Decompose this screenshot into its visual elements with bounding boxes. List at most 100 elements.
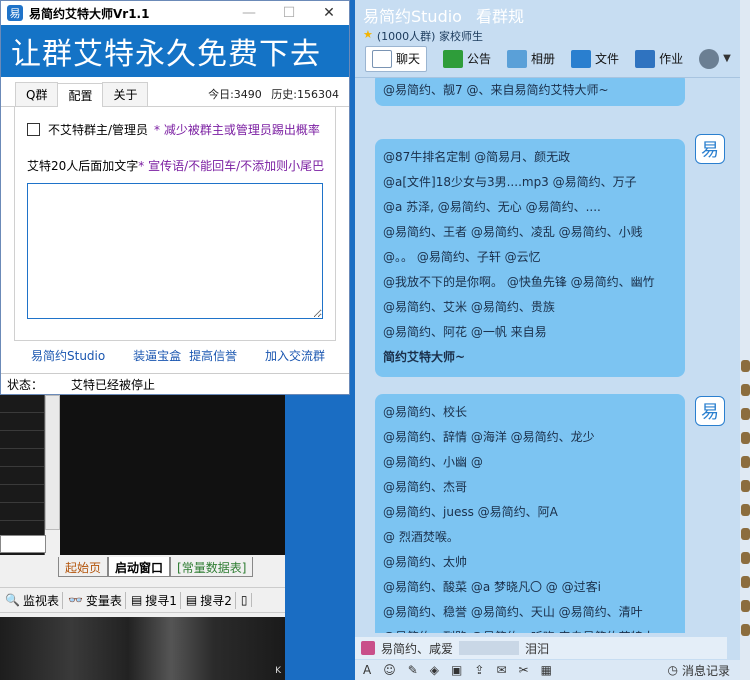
message-line: 简约艾特大师~ [383, 350, 466, 364]
member-avatar-icon[interactable] [741, 624, 750, 636]
title-bar[interactable]: 易 易简约艾特大师Vr1.1 — ☐ ✕ [1, 1, 349, 25]
watch-table-label: 监视表 [22, 593, 59, 608]
tab-homework-label: 作业 [659, 52, 684, 66]
join-group-link[interactable]: 加入交流群 [265, 347, 325, 364]
message-line: @a[文件]18少女与3男....mp3 @易简约、万子 [383, 175, 637, 189]
more-icon[interactable]: ▦ [541, 663, 552, 677]
message-bubble[interactable]: @易简约、校长 @易简约、辞情 @海洋 @易简约、龙少 @易简约、小幽 @ @易… [375, 394, 685, 633]
member-avatar-icon[interactable] [741, 504, 750, 516]
skip-admin-hint: * 减少被群主或管理员踢出概率 [154, 123, 320, 137]
clock-icon: ◷ [667, 663, 678, 677]
search1-label: 搜寻1 [145, 593, 177, 608]
banner-slogan: 让群艾特永久免费下去 [1, 25, 349, 77]
picture-icon [507, 49, 528, 68]
toolbox-link[interactable]: 装逼宝盒 [133, 347, 181, 364]
member-avatar-icon[interactable] [741, 360, 750, 372]
message-bubble[interactable]: @易简约、靓7 @、来自易简约艾特大师~ [375, 78, 685, 106]
skip-admin-label: 不艾特群主/管理员 [48, 123, 149, 137]
watch-table-button[interactable]: 🔍 监视表 [2, 591, 63, 609]
sender-avatar[interactable]: 易 [695, 396, 725, 426]
star-icon: ★ [363, 28, 373, 41]
preview-sender: 易简约、咸爱 [381, 641, 454, 656]
flag-icon [443, 49, 464, 68]
skip-admin-option[interactable]: 不艾特群主/管理员 * 减少被群主或管理员踢出概率 [27, 121, 320, 138]
member-avatar-icon[interactable] [741, 384, 750, 396]
tab-about[interactable]: 关于 [102, 82, 149, 106]
member-sidebar[interactable] [740, 0, 750, 680]
minimize-button[interactable]: — [229, 5, 269, 21]
shake-icon[interactable]: ◈ [430, 663, 439, 677]
member-avatar-icon[interactable] [741, 456, 750, 468]
font-icon[interactable]: A [363, 663, 371, 677]
studio-link[interactable]: 易简约Studio [31, 347, 105, 364]
ide-extra-button[interactable]: ▯ [238, 593, 252, 607]
tab-notice[interactable]: 公告 [443, 49, 491, 68]
status-label: 状态： [7, 377, 44, 392]
variable-table-button[interactable]: 👓 变量表 [65, 591, 126, 609]
message-line: @易简约、校长 [383, 405, 468, 419]
magnifier-icon: 🔍 [5, 593, 20, 607]
group-rules[interactable]: 看群规 [476, 3, 524, 27]
message-list[interactable]: @易简约、靓7 @、来自易简约艾特大师~ 易 @87牛排名定制 @简易月、颜无政… [355, 78, 740, 633]
input-toolbar: A ☺ ✎ ◈ ▣ ⇪ ✉ ✂ ▦ ◷ 消息记录 [355, 660, 750, 680]
history-button[interactable]: ◷ 消息记录 [668, 662, 731, 679]
ide-editor-area[interactable] [60, 395, 285, 555]
chevron-down-icon: ▼ [723, 53, 731, 64]
folder-icon [571, 49, 592, 68]
window-title: 易简约艾特大师Vr1.1 [29, 6, 150, 21]
member-avatar-icon[interactable] [741, 600, 750, 612]
member-avatar-icon[interactable] [741, 576, 750, 588]
search1-button[interactable]: ▤ 搜寻1 [128, 591, 181, 609]
ide-scrollbar[interactable] [45, 395, 60, 530]
message-line: @易简约、列路 @易简约、听晓 来自易简约艾特大 [383, 625, 677, 633]
message-bubble[interactable]: @87牛排名定制 @简易月、颜无政 @a[文件]18少女与3男....mp3 @… [375, 139, 685, 377]
member-avatar-icon[interactable] [741, 552, 750, 564]
search2-button[interactable]: ▤ 搜寻2 [183, 591, 236, 609]
search-list-icon: ▤ [130, 593, 143, 607]
tab-chat[interactable]: 聊天 [365, 45, 428, 72]
new-message-preview[interactable]: 易简约、咸爱 泪汩 [355, 637, 727, 659]
message-line: @87牛排名定制 @简易月、颜无政 [383, 150, 571, 164]
settings-menu[interactable]: ▼ [699, 48, 731, 69]
tab-files[interactable]: 文件 [571, 49, 619, 68]
maximize-button[interactable]: ☐ [269, 5, 309, 21]
ide-combo-box[interactable] [0, 535, 46, 553]
message-line: @易简约、小幽 @ [383, 455, 483, 469]
image-icon[interactable]: ▣ [451, 663, 462, 677]
message-line: @易简约、杰哥 [383, 480, 468, 494]
tail-text-input[interactable] [27, 183, 323, 319]
close-button[interactable]: ✕ [309, 5, 349, 21]
upload-icon[interactable]: ⇪ [474, 663, 484, 677]
ide-list[interactable] [0, 395, 45, 555]
skip-admin-checkbox[interactable] [27, 123, 40, 136]
ide-tab-start-page[interactable]: 起始页 [58, 557, 109, 577]
ide-panel: 起始页 启动窗口 [常量数据表] 🔍 监视表 👓 变量表 ▤ 搜寻1 ▤ 搜寻2… [0, 395, 285, 680]
message-line: @易简约、阿花 @一帆 来自易 [383, 325, 547, 339]
glasses-icon: 👓 [67, 593, 83, 607]
document-icon: ▯ [240, 593, 248, 607]
sender-avatar[interactable]: 易 [695, 134, 725, 164]
member-avatar-icon[interactable] [741, 408, 750, 420]
search-list-icon: ▤ [185, 593, 198, 607]
member-avatar-icon[interactable] [741, 528, 750, 540]
magic-icon[interactable]: ✎ [408, 663, 418, 677]
gift-icon[interactable]: ✉ [496, 663, 506, 677]
homework-icon [635, 49, 656, 68]
credit-link[interactable]: 提高信誉 [189, 347, 237, 364]
scissors-icon[interactable]: ✂ [519, 663, 529, 677]
tab-album[interactable]: 相册 [507, 49, 555, 68]
at-master-window: 易 易简约艾特大师Vr1.1 — ☐ ✕ 让群艾特永久免费下去 Q群 配置 关于… [0, 0, 350, 395]
group-name[interactable]: 易简约Studio [363, 3, 462, 27]
member-avatar-icon[interactable] [741, 432, 750, 444]
history-count: 历史:156304 [271, 88, 339, 101]
ide-tab-launch-window[interactable]: 启动窗口 [108, 557, 171, 577]
chat-header: 易简约Studio 看群规 ★ (1000人群) 家校师生 [355, 0, 750, 43]
message-line: @易简约、辞情 @海洋 @易简约、龙少 [383, 430, 595, 444]
tab-qgroup[interactable]: Q群 [15, 82, 59, 106]
tab-homework[interactable]: 作业 [635, 49, 684, 68]
ide-tab-constants[interactable]: [常量数据表] [170, 557, 254, 577]
tab-config[interactable]: 配置 [57, 83, 104, 107]
member-avatar-icon[interactable] [741, 480, 750, 492]
message-line: @。。 @易简约、子轩 @云忆 [383, 250, 541, 264]
emoji-icon[interactable]: ☺ [383, 663, 396, 677]
